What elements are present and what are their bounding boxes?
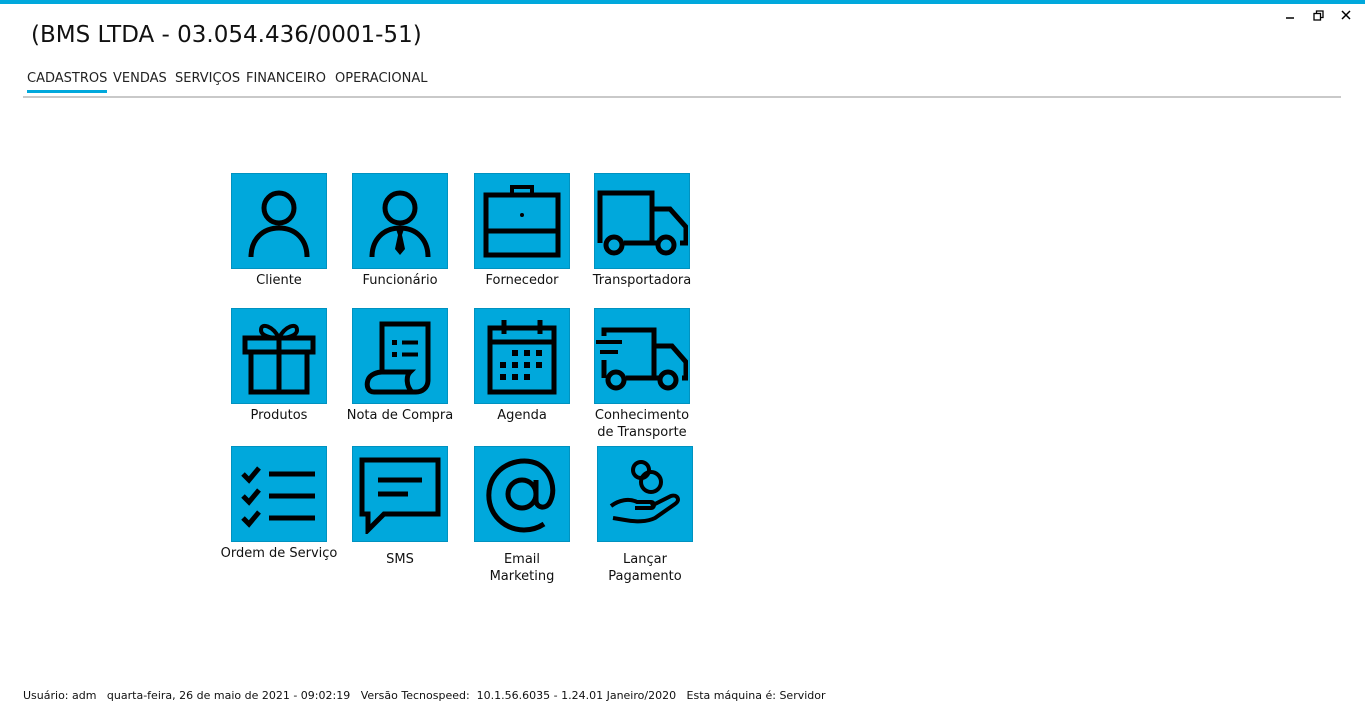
tile-agenda[interactable]: Agenda [457,308,587,424]
tile-label: Nota de Compra [346,408,454,423]
minimize-button[interactable] [1283,8,1297,22]
minimize-icon [1286,17,1294,19]
invoice-icon [364,321,431,395]
tile-ordem-box[interactable] [231,446,327,542]
tile-label: Funcionário [362,273,438,288]
restore-icon [1312,9,1324,21]
fast-truck-icon [596,327,688,391]
tile-funcionario-box[interactable] [352,173,448,269]
tile-label: Produtos [250,408,308,423]
chat-icon [359,457,441,534]
window-controls [1283,8,1353,22]
tile-label: Cliente [256,273,302,288]
tile-agenda-box[interactable] [474,308,570,404]
tab-cadastros[interactable]: CADASTROS [27,71,108,93]
tab-financeiro[interactable]: FINANCEIRO [246,71,326,93]
tile-label: Email Marketing [489,552,555,584]
tile-transportadora[interactable]: Transportadora [577,173,707,289]
tile-transportadora-box[interactable] [594,173,690,269]
tile-fornecedor-box[interactable] [474,173,570,269]
tile-label: SMS [386,552,414,567]
tile-label: Ordem de Serviço [220,546,338,561]
tile-label: Transportadora [592,273,692,288]
tile-lancar-pagamento[interactable]: Lançar Pagamento [580,446,710,585]
top-accent-bar [0,0,1365,4]
tile-produtos-box[interactable] [231,308,327,404]
tile-cliente-box[interactable] [231,173,327,269]
tile-label: Agenda [497,408,547,423]
briefcase-icon [483,185,561,258]
status-bar: Usuário: adm quarta-feira, 26 de maio de… [23,689,826,702]
tile-label: Fornecedor [485,273,559,288]
close-icon [1341,10,1351,20]
truck-icon [597,190,688,256]
tile-ordem-de-servico[interactable]: Ordem de Serviço [214,446,344,562]
main-menu: CADASTROS VENDAS SERVIÇOS FINANCEIRO OPE… [23,70,1341,98]
window-title: (BMS LTDA - 03.054.436/0001-51) [31,22,422,48]
tile-produtos[interactable]: Produtos [214,308,344,424]
tile-pagamento-box[interactable] [597,446,693,542]
user-icon [248,190,310,258]
checklist-icon [241,466,315,528]
tile-cliente[interactable]: Cliente [214,173,344,289]
gift-icon [242,323,316,395]
tile-email-box[interactable] [474,446,570,542]
tile-conhecimento-box[interactable] [594,308,690,404]
hand-coin-icon [609,460,680,524]
tab-operacional[interactable]: OPERACIONAL [335,71,427,93]
tab-servicos[interactable]: SERVIÇOS [175,71,240,93]
restore-button[interactable] [1311,8,1325,22]
tile-sms[interactable]: SMS [335,446,465,568]
tile-nota-de-compra-box[interactable] [352,308,448,404]
tile-funcionario[interactable]: Funcionário [335,173,465,289]
tile-email-marketing[interactable]: Email Marketing [457,446,587,585]
employee-icon [369,190,431,258]
tile-nota-de-compra[interactable]: Nota de Compra [335,308,465,424]
tile-conhecimento-de-transporte[interactable]: Conhecimento de Transporte [577,308,707,441]
tile-fornecedor[interactable]: Fornecedor [457,173,587,289]
at-icon [486,458,556,533]
calendar-icon [487,320,557,395]
tile-label: Lançar Pagamento [608,552,682,584]
tile-sms-box[interactable] [352,446,448,542]
close-button[interactable] [1339,8,1353,22]
tab-vendas[interactable]: VENDAS [113,71,167,93]
tile-label: Conhecimento de Transporte [594,408,690,440]
